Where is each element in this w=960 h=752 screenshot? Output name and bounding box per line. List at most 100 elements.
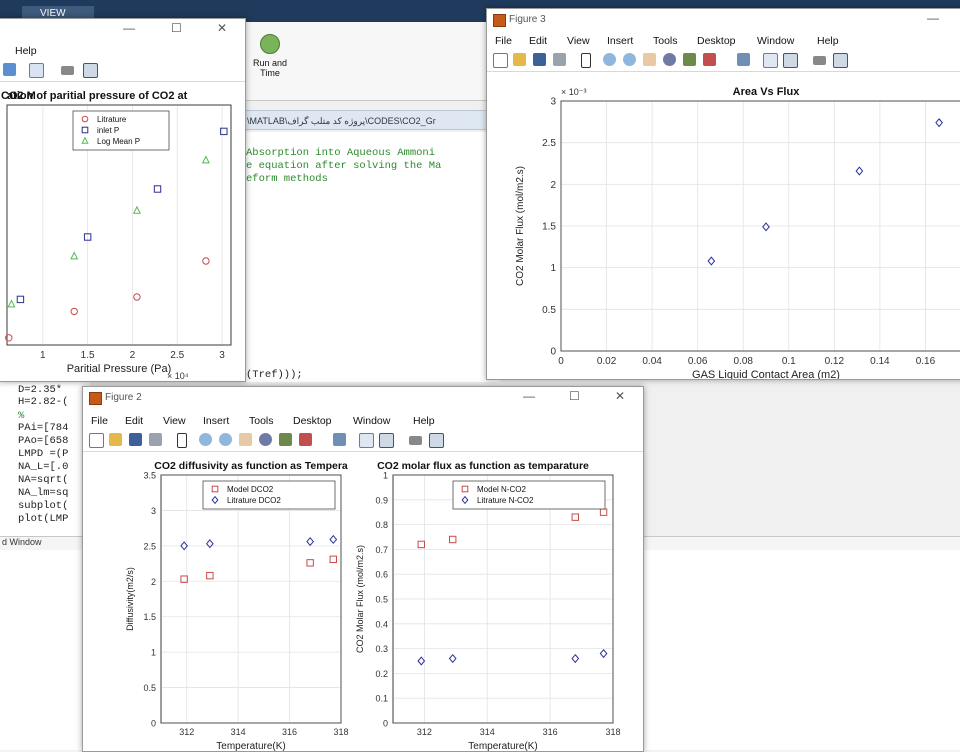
menu-insert[interactable]: Insert <box>203 415 229 427</box>
maximize-button[interactable]: ☐ <box>171 21 182 35</box>
code-line: LMPD =(P <box>18 448 69 460</box>
figure-window-left[interactable]: — ☐ ✕ Help 1 1.5 2 2.5 3 ation of paritial pr… <box>0 18 246 382</box>
insert-legend-icon[interactable] <box>379 433 394 448</box>
menu-desktop[interactable]: Desktop <box>697 35 736 47</box>
figure-2-toolbar <box>83 429 643 452</box>
menu-help[interactable]: Help <box>413 415 435 427</box>
figure-2-menubar: File Edit View Insert Tools Desktop Wind… <box>83 413 643 429</box>
partial-pressure-chart[interactable]: 1 1.5 2 2.5 3ation of paritial pressure of C… <box>0 83 245 382</box>
x-tick-label: 0.02 <box>597 356 617 367</box>
menu-edit[interactable]: Edit <box>125 415 143 427</box>
figure-2-window[interactable]: Figure 2 — ☐ ✕ File Edit View Insert Too… <box>82 386 644 752</box>
zoom-out-icon[interactable] <box>219 433 232 446</box>
y-tick-label: 2.5 <box>542 138 556 149</box>
run-and-time-button[interactable]: Run and Time <box>250 34 290 82</box>
rotate-icon[interactable] <box>259 433 272 446</box>
new-figure-icon[interactable] <box>493 53 508 68</box>
area-vs-flux-chart[interactable]: 00.020.040.060.080.10.120.140.160.1800.5… <box>487 73 960 379</box>
show-plot-tools-icon[interactable] <box>833 53 848 68</box>
zoom-in-icon[interactable] <box>199 433 212 446</box>
menu-view[interactable]: View <box>163 415 186 427</box>
x-tick-label: 1.5 <box>81 350 95 361</box>
open-file-icon[interactable] <box>109 433 122 446</box>
hide-plot-tools-icon[interactable] <box>409 436 422 445</box>
x-tick-label: 318 <box>605 727 620 737</box>
x-tick-label: 0.04 <box>642 356 662 367</box>
colorbar-icon[interactable] <box>763 53 778 68</box>
brush-icon[interactable] <box>299 433 312 446</box>
open-file-icon[interactable] <box>513 53 526 66</box>
figure-2-titlebar[interactable]: Figure 2 — ☐ ✕ <box>83 387 643 409</box>
menu-tools[interactable]: Tools <box>249 415 274 427</box>
code-line: eform methods <box>246 173 328 185</box>
colorbar-icon[interactable] <box>359 433 374 448</box>
minimize-button[interactable]: — <box>523 389 535 403</box>
print-icon[interactable] <box>149 433 162 446</box>
menu-window[interactable]: Window <box>353 415 390 427</box>
print-icon[interactable] <box>553 53 566 66</box>
y-tick-label: 0.7 <box>375 545 388 555</box>
pan-icon[interactable] <box>643 53 656 66</box>
code-line: PAi=[784 <box>18 422 69 434</box>
insert-legend-icon[interactable] <box>783 53 798 68</box>
maximize-button[interactable]: ☐ <box>569 389 580 403</box>
hide-plot-tools-icon[interactable] <box>61 66 74 75</box>
figure-3-toolbar <box>487 49 960 72</box>
insert-legend-icon[interactable] <box>29 63 44 78</box>
code-line: e equation after solving the Ma <box>246 160 442 172</box>
zoom-in-icon[interactable] <box>603 53 616 66</box>
pan-icon[interactable] <box>239 433 252 446</box>
run-time-icon <box>260 34 280 54</box>
menu-help[interactable]: Help <box>15 45 37 57</box>
new-figure-icon[interactable] <box>89 433 104 448</box>
code-line: PAo=[658 <box>18 435 69 447</box>
code-editor[interactable]: Absorption into Aqueous Ammoni e equatio… <box>240 132 500 382</box>
figure-3-window[interactable]: Figure 3 — File Edit View Insert Tools D… <box>486 8 960 380</box>
figure-left-titlebar[interactable]: — ☐ ✕ <box>0 19 245 41</box>
close-button[interactable]: ✕ <box>217 21 227 35</box>
link-plot-icon[interactable] <box>333 433 346 446</box>
link-plot-icon[interactable] <box>737 53 750 66</box>
data-cursor-icon[interactable] <box>683 53 696 66</box>
menu-file[interactable]: File <box>495 35 512 47</box>
x-exponent-label: × 10⁴ <box>167 371 189 381</box>
x-tick-label: 316 <box>282 727 297 737</box>
code-line: Absorption into Aqueous Ammoni <box>246 147 436 159</box>
y-tick-label: 0.5 <box>542 305 556 316</box>
current-folder-address-bar[interactable]: \MATLAB\پروژه کد متلب گراف\CODES\CO2_Gr <box>240 110 490 130</box>
code-line: % <box>18 410 25 422</box>
y-tick-label: 0 <box>151 719 156 729</box>
brush-icon[interactable] <box>703 53 716 66</box>
y-tick-label: 0.5 <box>143 683 156 693</box>
rotate-icon[interactable] <box>663 53 676 66</box>
figure-3-titlebar[interactable]: Figure 3 — <box>487 9 960 31</box>
edit-plot-icon[interactable] <box>177 433 187 448</box>
figure-2-title: Figure 2 <box>105 392 142 403</box>
menu-file[interactable]: File <box>91 415 108 427</box>
data-cursor-icon[interactable] <box>3 63 16 76</box>
save-icon[interactable] <box>533 53 546 66</box>
menu-desktop[interactable]: Desktop <box>293 415 332 427</box>
edit-plot-icon[interactable] <box>581 53 591 68</box>
menu-window[interactable]: Window <box>757 35 794 47</box>
menu-help[interactable]: Help <box>817 35 839 47</box>
show-plot-tools-icon[interactable] <box>83 63 98 78</box>
temperature-subplots[interactable]: 312 314 316 318 0 0.5 1 1.5 2 2.5 3 3.5CO2 diffusiv… <box>83 453 643 751</box>
code-line: H=2.82-( <box>18 396 69 408</box>
save-icon[interactable] <box>129 433 142 446</box>
close-button[interactable]: ✕ <box>615 389 625 403</box>
x-tick-label: 1 <box>40 350 46 361</box>
minimize-button[interactable]: — <box>123 21 135 35</box>
menu-insert[interactable]: Insert <box>607 35 633 47</box>
data-cursor-icon[interactable] <box>279 433 292 446</box>
x-tick-label: 3 <box>219 350 225 361</box>
zoom-out-icon[interactable] <box>623 53 636 66</box>
editor-left-strip[interactable]: D=2.35* H=2.82-( % PAi=[784 PAo=[658 LMP… <box>0 382 90 542</box>
chart-title: Area Vs Flux <box>733 86 801 98</box>
menu-view[interactable]: View <box>567 35 590 47</box>
menu-edit[interactable]: Edit <box>529 35 547 47</box>
hide-plot-tools-icon[interactable] <box>813 56 826 65</box>
minimize-button[interactable]: — <box>927 11 939 25</box>
menu-tools[interactable]: Tools <box>653 35 678 47</box>
show-plot-tools-icon[interactable] <box>429 433 444 448</box>
